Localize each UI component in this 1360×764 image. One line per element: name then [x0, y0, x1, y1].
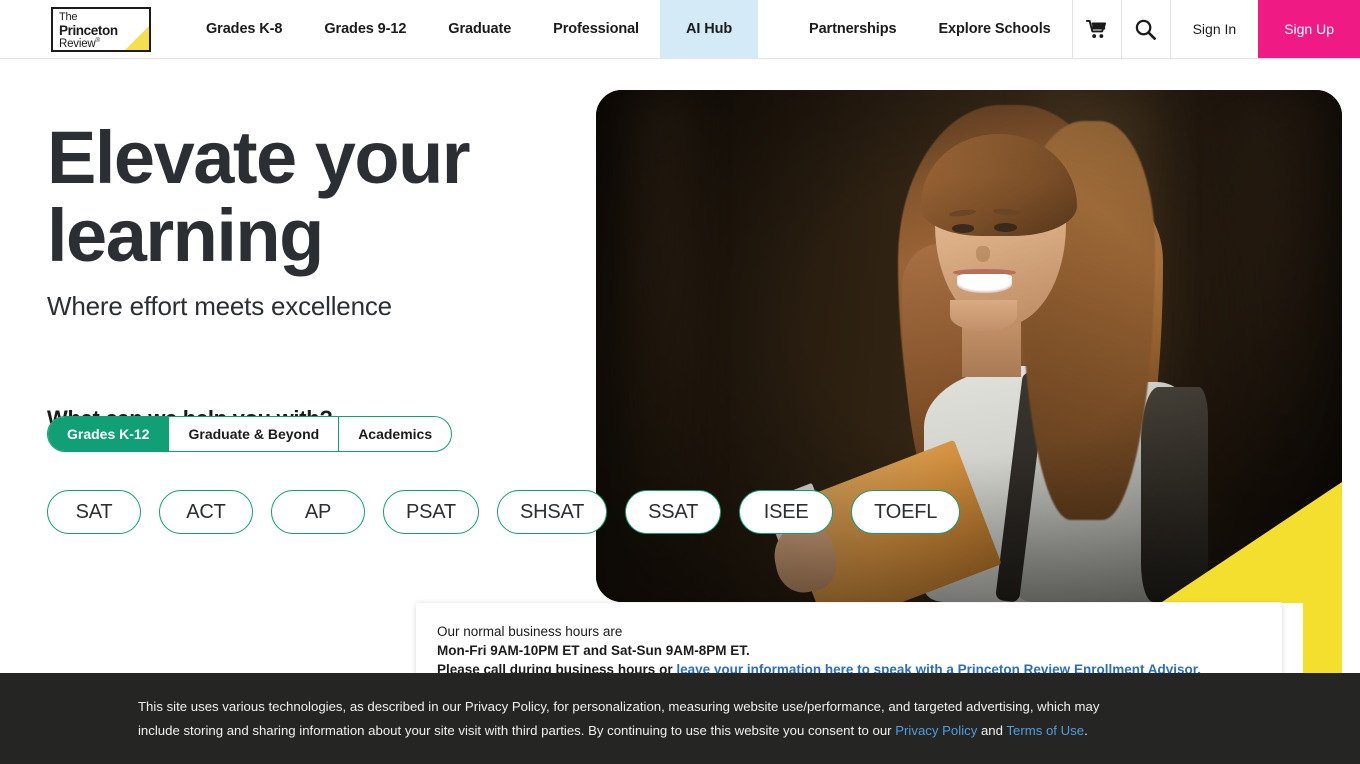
pill-toefl[interactable]: TOEFL [851, 490, 961, 534]
nav-item-explore-schools[interactable]: Explore Schools [917, 0, 1071, 58]
pill-sat[interactable]: SAT [47, 490, 141, 534]
business-hours-popup: Our normal business hours are Mon-Fri 9A… [416, 603, 1282, 679]
primary-navigation: Grades K-8 Grades 9-12 Graduate Professi… [185, 0, 759, 58]
sign-up-button[interactable]: Sign Up [1258, 0, 1360, 58]
nav-item-professional[interactable]: Professional [532, 0, 660, 58]
business-hours-intro: Our normal business hours are [437, 624, 623, 639]
shopping-cart-icon [1086, 19, 1107, 38]
logo-line-review: Review® [59, 37, 100, 50]
cookie-text-period: . [1084, 722, 1088, 738]
nav-item-ai-hub[interactable]: AI Hub [660, 0, 759, 58]
nav-item-partnerships[interactable]: Partnerships [788, 0, 917, 58]
site-header: The Princeton Review® Grades K-8 Grades … [0, 0, 1360, 59]
tab-grades-k12[interactable]: Grades K-12 [48, 417, 169, 451]
pill-act[interactable]: ACT [159, 490, 253, 534]
pill-ap[interactable]: AP [271, 490, 365, 534]
hero-left-column: Elevate your learning Where effort meets… [0, 59, 600, 432]
logo-line-the: The [59, 11, 78, 23]
page-title: Elevate your learning [47, 116, 471, 277]
pill-isee[interactable]: ISEE [739, 490, 834, 534]
audience-tab-group: Grades K-12 Graduate & Beyond Academics [47, 416, 453, 452]
pill-psat[interactable]: PSAT [383, 490, 479, 534]
sign-in-button[interactable]: Sign In [1169, 0, 1259, 58]
pill-ssat[interactable]: SSAT [625, 490, 722, 534]
nav-item-grades-9-12[interactable]: Grades 9-12 [303, 0, 427, 58]
tab-academics[interactable]: Academics [338, 417, 451, 451]
terms-of-use-link[interactable]: Terms of Use [1006, 723, 1084, 738]
test-pill-list: SAT ACT AP PSAT SHSAT SSAT ISEE TOEFL [47, 490, 961, 534]
cookie-consent-banner: This site uses various technologies, as … [0, 673, 1360, 764]
logo-text: The Princeton Review® [59, 11, 118, 50]
search-icon [1135, 19, 1156, 40]
business-hours-value: Mon-Fri 9AM-10PM ET and Sat-Sun 9AM-8PM … [437, 643, 750, 658]
cart-button[interactable] [1071, 0, 1121, 58]
hero-subheading: Where effort meets excellence [47, 291, 392, 321]
cookie-text-and: and [977, 722, 1007, 738]
privacy-policy-link[interactable]: Privacy Policy [895, 723, 977, 738]
cookie-consent-text: This site uses various technologies, as … [138, 695, 1128, 743]
search-button[interactable] [1120, 0, 1170, 58]
princeton-review-logo[interactable]: The Princeton Review® [51, 7, 151, 52]
logo-line-princeton: Princeton [59, 22, 118, 38]
secondary-navigation: Partnerships Explore Schools Sign In Sig… [788, 0, 1360, 58]
pill-shsat[interactable]: SHSAT [496, 490, 608, 534]
nav-item-graduate[interactable]: Graduate [427, 0, 532, 58]
logo-yellow-triangle-icon [124, 25, 149, 50]
nav-item-grades-k8[interactable]: Grades K-8 [185, 0, 303, 58]
tab-graduate-and-beyond[interactable]: Graduate & Beyond [168, 417, 338, 451]
